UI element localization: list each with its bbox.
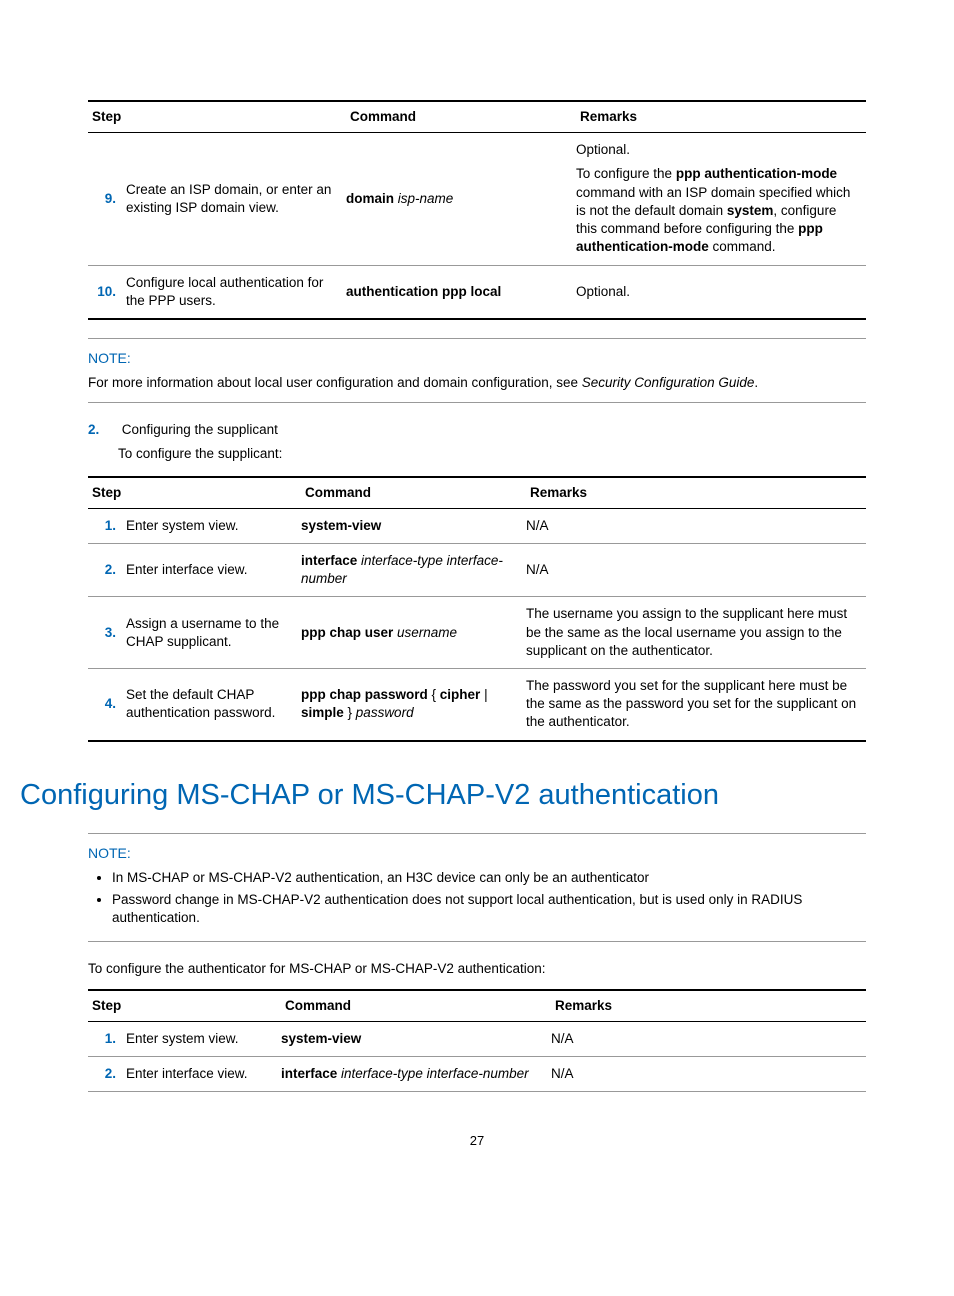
step-command: interface interface-type interface-numbe… [301, 543, 526, 596]
step-number: 9. [88, 133, 126, 265]
th-remarks: Remarks [526, 477, 866, 509]
step-number: 3. [88, 597, 126, 669]
step-number: 2. [88, 1057, 126, 1092]
table-row: 10. Configure local authentication for t… [88, 265, 866, 319]
step-desc: Enter system view. [126, 1021, 281, 1056]
step-command: interface interface-type interface-numbe… [281, 1057, 551, 1092]
section-heading: Configuring MS-CHAP or MS-CHAP-V2 authen… [20, 776, 866, 815]
th-step: Step [88, 477, 301, 509]
step-command: ppp chap password { cipher | simple } pa… [301, 669, 526, 741]
step-command: authentication ppp local [346, 265, 576, 319]
note-text: For more information about local user co… [88, 374, 866, 392]
step-remarks: Optional. To configure the ppp authentic… [576, 133, 866, 265]
table-authenticator-continued: Step Command Remarks 9. Create an ISP do… [88, 100, 866, 320]
note-list-item: In MS-CHAP or MS-CHAP-V2 authentication,… [112, 869, 866, 887]
note-box: NOTE: In MS-CHAP or MS-CHAP-V2 authentic… [88, 833, 866, 943]
step-desc: Configure local authentication for the P… [126, 265, 346, 319]
step-desc: Enter interface view. [126, 1057, 281, 1092]
step-remarks: N/A [551, 1057, 866, 1092]
step-command: system-view [301, 508, 526, 543]
step-number: 2. [88, 421, 118, 439]
step-number: 2. [88, 543, 126, 596]
table-row: 2. Enter interface view. interface inter… [88, 543, 866, 596]
step-remarks: N/A [551, 1021, 866, 1056]
table-mschap-authenticator: Step Command Remarks 1. Enter system vie… [88, 989, 866, 1093]
th-command: Command [301, 477, 526, 509]
step-remarks: The password you set for the supplicant … [526, 669, 866, 741]
step-remarks: N/A [526, 508, 866, 543]
step-command: system-view [281, 1021, 551, 1056]
step-desc: Enter interface view. [126, 543, 301, 596]
step-desc: Set the default CHAP authentication pass… [126, 669, 301, 741]
step-command: domain isp-name [346, 133, 576, 265]
step-command: ppp chap user username [301, 597, 526, 669]
table-row: 1. Enter system view. system-view N/A [88, 1021, 866, 1056]
th-remarks: Remarks [576, 101, 866, 133]
step-title: Configuring the supplicant [122, 422, 278, 437]
step-number: 1. [88, 1021, 126, 1056]
table-row: 3. Assign a username to the CHAP supplic… [88, 597, 866, 669]
table-row: 2. Enter interface view. interface inter… [88, 1057, 866, 1092]
note-list-item: Password change in MS-CHAP-V2 authentica… [112, 891, 866, 927]
procedure-step: 2. Configuring the supplicant [88, 421, 866, 439]
step-desc: Assign a username to the CHAP supplicant… [126, 597, 301, 669]
step-subtext: To configure the supplicant: [118, 445, 866, 463]
th-command: Command [281, 990, 551, 1022]
th-step: Step [88, 101, 346, 133]
table-row: 4. Set the default CHAP authentication p… [88, 669, 866, 741]
th-remarks: Remarks [551, 990, 866, 1022]
step-desc: Enter system view. [126, 508, 301, 543]
step-remarks: Optional. [576, 265, 866, 319]
intro-text: To configure the authenticator for MS-CH… [88, 960, 866, 978]
note-label: NOTE: [88, 844, 866, 863]
step-remarks: The username you assign to the supplican… [526, 597, 866, 669]
step-remarks: N/A [526, 543, 866, 596]
step-number: 1. [88, 508, 126, 543]
table-row: 1. Enter system view. system-view N/A [88, 508, 866, 543]
th-step: Step [88, 990, 281, 1022]
step-desc: Create an ISP domain, or enter an existi… [126, 133, 346, 265]
th-command: Command [346, 101, 576, 133]
table-row: 9. Create an ISP domain, or enter an exi… [88, 133, 866, 265]
step-number: 4. [88, 669, 126, 741]
note-box: NOTE: For more information about local u… [88, 338, 866, 403]
step-number: 10. [88, 265, 126, 319]
note-list: In MS-CHAP or MS-CHAP-V2 authentication,… [88, 869, 866, 928]
note-label: NOTE: [88, 349, 866, 368]
table-supplicant: Step Command Remarks 1. Enter system vie… [88, 476, 866, 742]
page-number: 27 [88, 1132, 866, 1150]
